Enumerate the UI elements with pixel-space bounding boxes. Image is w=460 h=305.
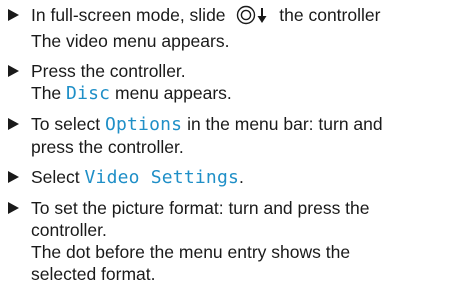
menu-term-options: Options bbox=[104, 114, 183, 135]
step-5-line-1: To set the picture format: turn and pres… bbox=[31, 198, 370, 218]
step-5-line-4: selected format. bbox=[31, 264, 156, 284]
instruction-page: In full-screen mode, slide the controlle… bbox=[0, 0, 460, 305]
bullet-arrow-icon bbox=[8, 9, 19, 21]
step-2-line-1: Press the controller. bbox=[31, 61, 186, 81]
step-4-line-1: Select Video Settings. bbox=[31, 166, 460, 189]
step-text: menu appears. bbox=[110, 83, 232, 103]
bullet-arrow-icon bbox=[8, 118, 19, 130]
step-text: To select bbox=[31, 114, 105, 134]
step-text: the controller bbox=[279, 5, 381, 25]
step-2-line-2: The Disc menu appears. bbox=[31, 82, 460, 105]
bullet-arrow-icon bbox=[8, 65, 19, 77]
step-3: To select Options in the menu bar: turn … bbox=[8, 113, 460, 158]
step-text: in the menu bar: turn and bbox=[182, 114, 383, 134]
step-3-line-2: press the controller. bbox=[31, 137, 184, 157]
step-text: Select bbox=[31, 167, 85, 187]
bullet-arrow-icon bbox=[8, 171, 19, 183]
step-5-line-3: The dot before the menu entry shows the bbox=[31, 242, 351, 262]
step-text: . bbox=[239, 167, 244, 187]
step-5-line-2: controller. bbox=[31, 220, 107, 240]
step-2: Press the controller. The Disc menu appe… bbox=[8, 60, 460, 105]
step-5: To set the picture format: turn and pres… bbox=[8, 197, 460, 285]
step-1-line-1: In full-screen mode, slide the controlle… bbox=[31, 4, 460, 30]
bullet-arrow-icon bbox=[8, 202, 19, 214]
menu-term-video-settings: Video Settings bbox=[84, 167, 240, 188]
step-text: In full-screen mode, slide bbox=[31, 5, 231, 25]
step-1-line-2: The video menu appears. bbox=[31, 31, 230, 51]
step-text: The bbox=[31, 83, 67, 103]
step-1: In full-screen mode, slide the controlle… bbox=[8, 4, 460, 52]
controller-slide-down-icon bbox=[236, 5, 270, 30]
step-4: Select Video Settings. bbox=[8, 166, 460, 189]
menu-term-disc: Disc bbox=[66, 83, 111, 104]
step-3-line-1: To select Options in the menu bar: turn … bbox=[31, 113, 460, 136]
